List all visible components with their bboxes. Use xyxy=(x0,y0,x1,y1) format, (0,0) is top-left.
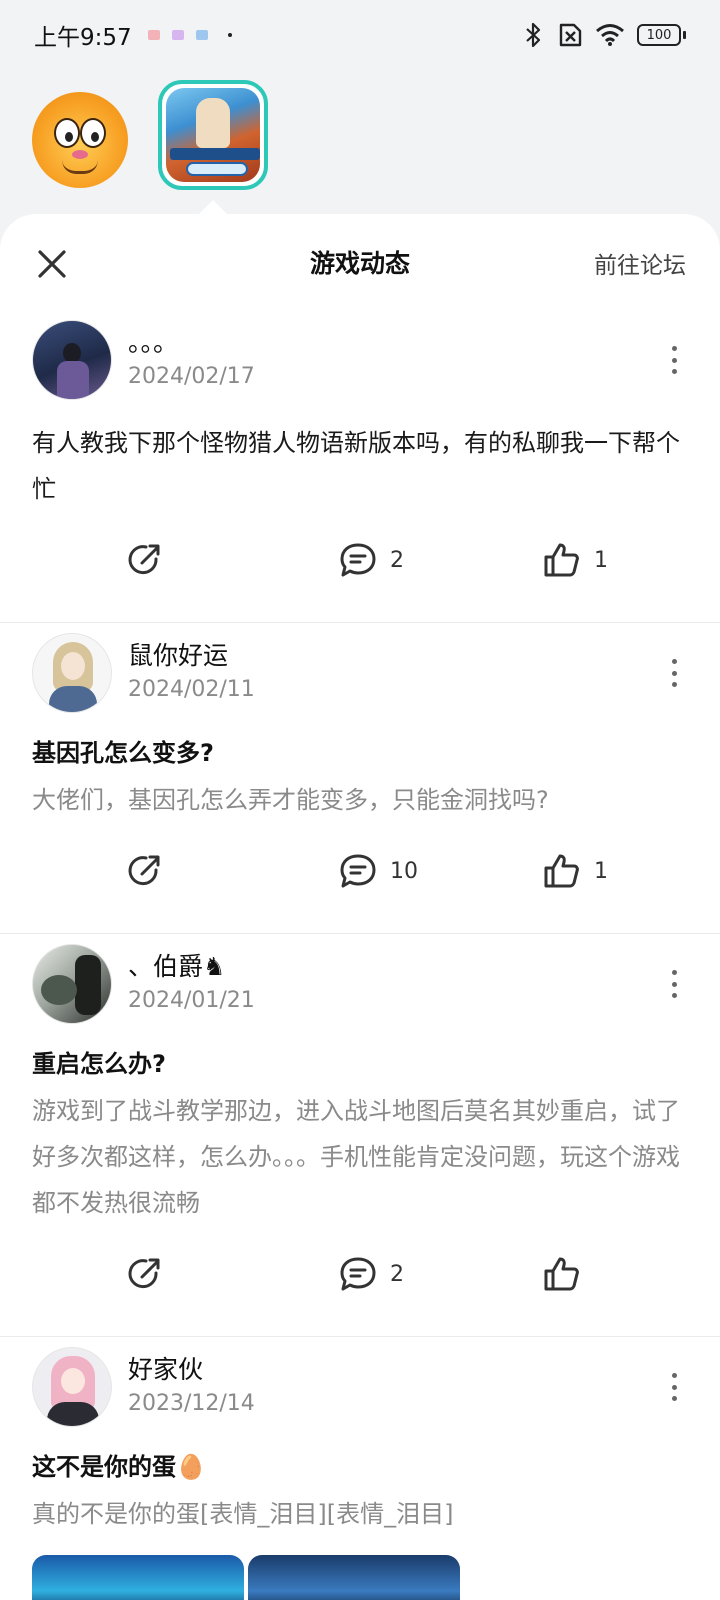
share-button[interactable] xyxy=(126,1254,164,1294)
comment-count: 2 xyxy=(390,1261,404,1287)
post-body: 大佬们，基因孔怎么弄才能变多，只能金洞找吗? xyxy=(32,786,549,814)
post-image[interactable] xyxy=(248,1555,460,1600)
close-icon xyxy=(38,250,66,278)
avatar[interactable] xyxy=(32,633,112,713)
share-icon xyxy=(128,544,160,575)
post-actions: 2 xyxy=(32,1226,688,1336)
bluetooth-icon xyxy=(526,22,541,48)
status-time: 上午9:57 xyxy=(34,25,132,51)
like-button[interactable]: 1 xyxy=(542,851,608,891)
post-actions: 10 1 xyxy=(32,823,688,933)
app-notification-icon xyxy=(171,30,184,40)
no-sim-icon xyxy=(559,23,582,47)
thumbs-up-icon xyxy=(544,854,579,888)
post-date: 2024/02/11 xyxy=(128,677,255,702)
username[interactable]: 。。。 xyxy=(128,326,255,360)
post-body: 真的不是你的蛋[表情_泪目][表情_泪目] xyxy=(32,1500,454,1528)
go-to-forum-link[interactable]: 前往论坛 xyxy=(594,246,686,280)
thumbs-up-icon xyxy=(544,1257,579,1291)
username[interactable]: 鼠你好运 xyxy=(128,639,255,673)
thumbs-up-icon xyxy=(544,543,579,577)
battery-level: 100 xyxy=(637,24,681,46)
close-button[interactable] xyxy=(30,242,74,286)
more-options-button[interactable] xyxy=(662,346,686,374)
comment-button[interactable]: 10 xyxy=(338,851,418,891)
post-card[interactable]: 好家伙 2023/12/14 这不是你的蛋🥚 真的不是你的蛋[表情_泪目][表情… xyxy=(0,1337,720,1600)
share-button[interactable] xyxy=(126,851,164,891)
status-bar: 上午9:57 100 xyxy=(0,0,720,70)
monster-hunter-stories-game-icon[interactable] xyxy=(158,80,268,190)
post-images xyxy=(32,1555,688,1600)
username[interactable]: 、伯爵♞ xyxy=(128,950,255,984)
post-actions: 2 1 xyxy=(32,512,688,622)
post-body: 游戏到了战斗教学那边，进入战斗地图后莫名其妙重启，试了好多次都这样，怎么办。。。… xyxy=(32,1097,680,1217)
post-title: 基因孔怎么变多? xyxy=(32,739,214,767)
more-options-button[interactable] xyxy=(662,1373,686,1401)
post-title: 重启怎么办? xyxy=(32,1050,166,1078)
comment-icon xyxy=(340,1257,376,1291)
username[interactable]: 好家伙 xyxy=(128,1353,255,1387)
app-notification-icon xyxy=(195,30,208,40)
comment-button[interactable]: 2 xyxy=(338,540,404,580)
post-card[interactable]: 。。。 2024/02/17 有人教我下那个怪物猎人物语新版本吗，有的私聊我一下… xyxy=(0,310,720,623)
share-icon xyxy=(128,1258,160,1289)
more-notifications-icon xyxy=(227,33,232,37)
avatar[interactable] xyxy=(32,1347,112,1427)
page-title: 游戏动态 xyxy=(309,249,410,278)
post-title: 这不是你的蛋🥚 xyxy=(32,1453,206,1481)
post-date: 2023/12/14 xyxy=(128,1391,255,1416)
like-count: 1 xyxy=(594,858,608,884)
comment-icon xyxy=(340,543,376,577)
post-body: 有人教我下那个怪物猎人物语新版本吗，有的私聊我一下帮个忙 xyxy=(32,429,680,503)
post-card[interactable]: 鼠你好运 2024/02/11 基因孔怎么变多? 大佬们，基因孔怎么弄才能变多，… xyxy=(0,623,720,934)
more-options-button[interactable] xyxy=(662,659,686,687)
post-card[interactable]: 、伯爵♞ 2024/01/21 重启怎么办? 游戏到了战斗教学那边，进入战斗地图… xyxy=(0,934,720,1337)
like-button[interactable] xyxy=(542,1254,594,1294)
comment-button[interactable]: 2 xyxy=(338,1254,404,1294)
wifi-icon xyxy=(596,24,624,46)
avatar[interactable] xyxy=(32,944,112,1024)
selected-game-pointer xyxy=(199,200,227,214)
battery-indicator: 100 xyxy=(637,24,686,46)
like-count: 1 xyxy=(594,547,608,573)
comment-count: 10 xyxy=(390,858,418,884)
sheet-header: 游戏动态 前往论坛 xyxy=(0,214,720,310)
garfield-game-icon[interactable] xyxy=(32,92,128,188)
comment-count: 2 xyxy=(390,547,404,573)
share-button[interactable] xyxy=(126,540,164,580)
avatar[interactable] xyxy=(32,320,112,400)
comment-icon xyxy=(340,854,376,888)
like-button[interactable]: 1 xyxy=(542,540,608,580)
game-switcher xyxy=(0,80,720,210)
post-image[interactable] xyxy=(32,1555,244,1600)
share-icon xyxy=(128,855,160,886)
notification-icons xyxy=(147,30,232,40)
game-feed-sheet: 游戏动态 前往论坛 。。。 2024/02/17 有人教我下那个怪物猎人物语新版… xyxy=(0,214,720,1600)
app-notification-icon xyxy=(147,30,160,40)
more-options-button[interactable] xyxy=(662,970,686,998)
post-date: 2024/02/17 xyxy=(128,364,255,389)
post-date: 2024/01/21 xyxy=(128,988,255,1013)
